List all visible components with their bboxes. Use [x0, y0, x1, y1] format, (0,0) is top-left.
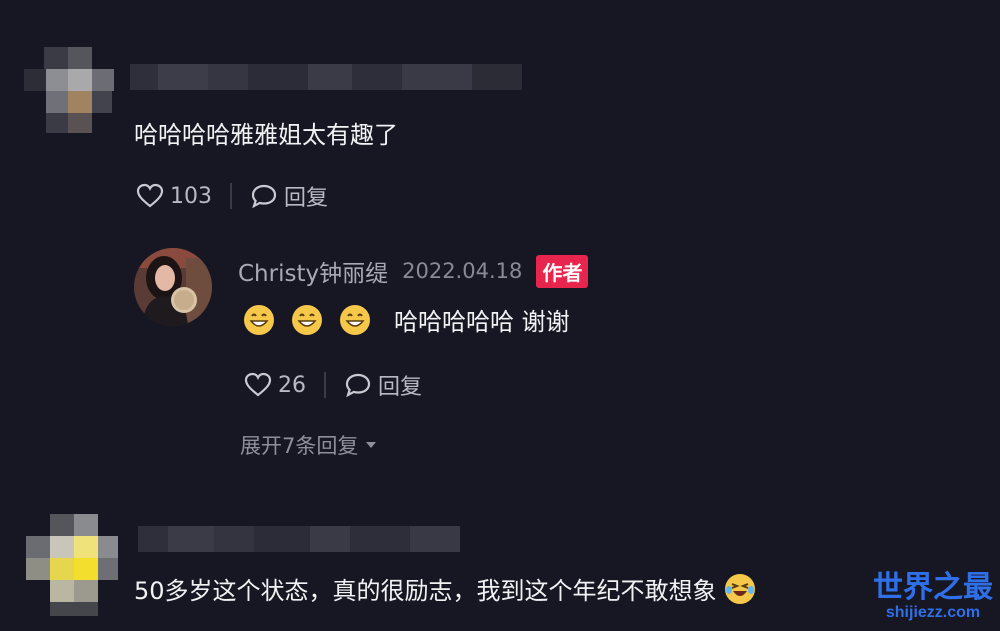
comment-text: 哈哈哈哈雅雅姐太有趣了 — [134, 121, 398, 149]
heart-icon — [244, 372, 272, 397]
grin-emoji-icon — [244, 304, 274, 335]
watermark-url: shijiezz.com — [885, 604, 981, 621]
expand-replies-label: 展开7条回复 — [240, 434, 359, 458]
author-badge: 作者 — [536, 254, 589, 288]
reply-label: 回复 — [284, 186, 329, 211]
expand-replies-button[interactable]: 展开7条回复 — [240, 430, 378, 460]
reply-content: 哈哈哈哈哈 谢谢 — [244, 302, 570, 337]
avatar-mosaic — [24, 45, 116, 137]
avatar-pixelated[interactable] — [22, 510, 122, 620]
reply-like-count: 26 — [278, 372, 306, 398]
comment-actions: 103 回复 — [136, 180, 328, 212]
avatar-pixelated[interactable] — [24, 45, 116, 137]
username-pixelated[interactable] — [138, 526, 460, 552]
comment-text: 50多岁这个状态，真的很励志，我到这个年纪不敢想象 — [134, 577, 717, 605]
grin-emoji-icon — [340, 304, 370, 335]
comment-2-row: 50多岁这个状态，真的很励志，我到这个年纪不敢想象 — [134, 571, 755, 606]
author-avatar-image — [134, 248, 212, 326]
watermark-title: 世界之最 — [873, 571, 993, 604]
caret-down-icon — [366, 442, 377, 448]
reply-text: 哈哈哈哈哈 谢谢 — [394, 308, 570, 336]
reply-button[interactable]: 回复 — [250, 180, 328, 212]
reply-reply-button[interactable]: 回复 — [344, 369, 422, 401]
heart-icon — [136, 183, 164, 208]
comment-bubble-icon — [251, 184, 277, 209]
reply-date: 2022.04.18 — [402, 259, 523, 283]
laughing-tears-emoji-icon — [724, 573, 755, 604]
like-button[interactable]: 103 — [136, 183, 212, 209]
username-pixelated[interactable] — [130, 64, 522, 90]
comment-bubble-icon — [345, 373, 371, 398]
reply-actions: 26 回复 — [244, 369, 422, 401]
avatar-mosaic — [22, 510, 122, 620]
action-divider — [230, 183, 232, 209]
reply-reply-label: 回复 — [378, 375, 423, 400]
author-avatar[interactable] — [134, 248, 212, 326]
reply-like-button[interactable]: 26 — [244, 372, 306, 398]
action-divider — [324, 372, 326, 398]
watermark: 世界之最 shijiezz.com — [872, 572, 994, 622]
reply-header: Christy钟丽缇 2022.04.18 作者 — [238, 254, 589, 288]
author-name[interactable]: Christy钟丽缇 — [238, 254, 388, 288]
like-count: 103 — [170, 183, 212, 209]
grin-emoji-icon — [292, 304, 322, 335]
